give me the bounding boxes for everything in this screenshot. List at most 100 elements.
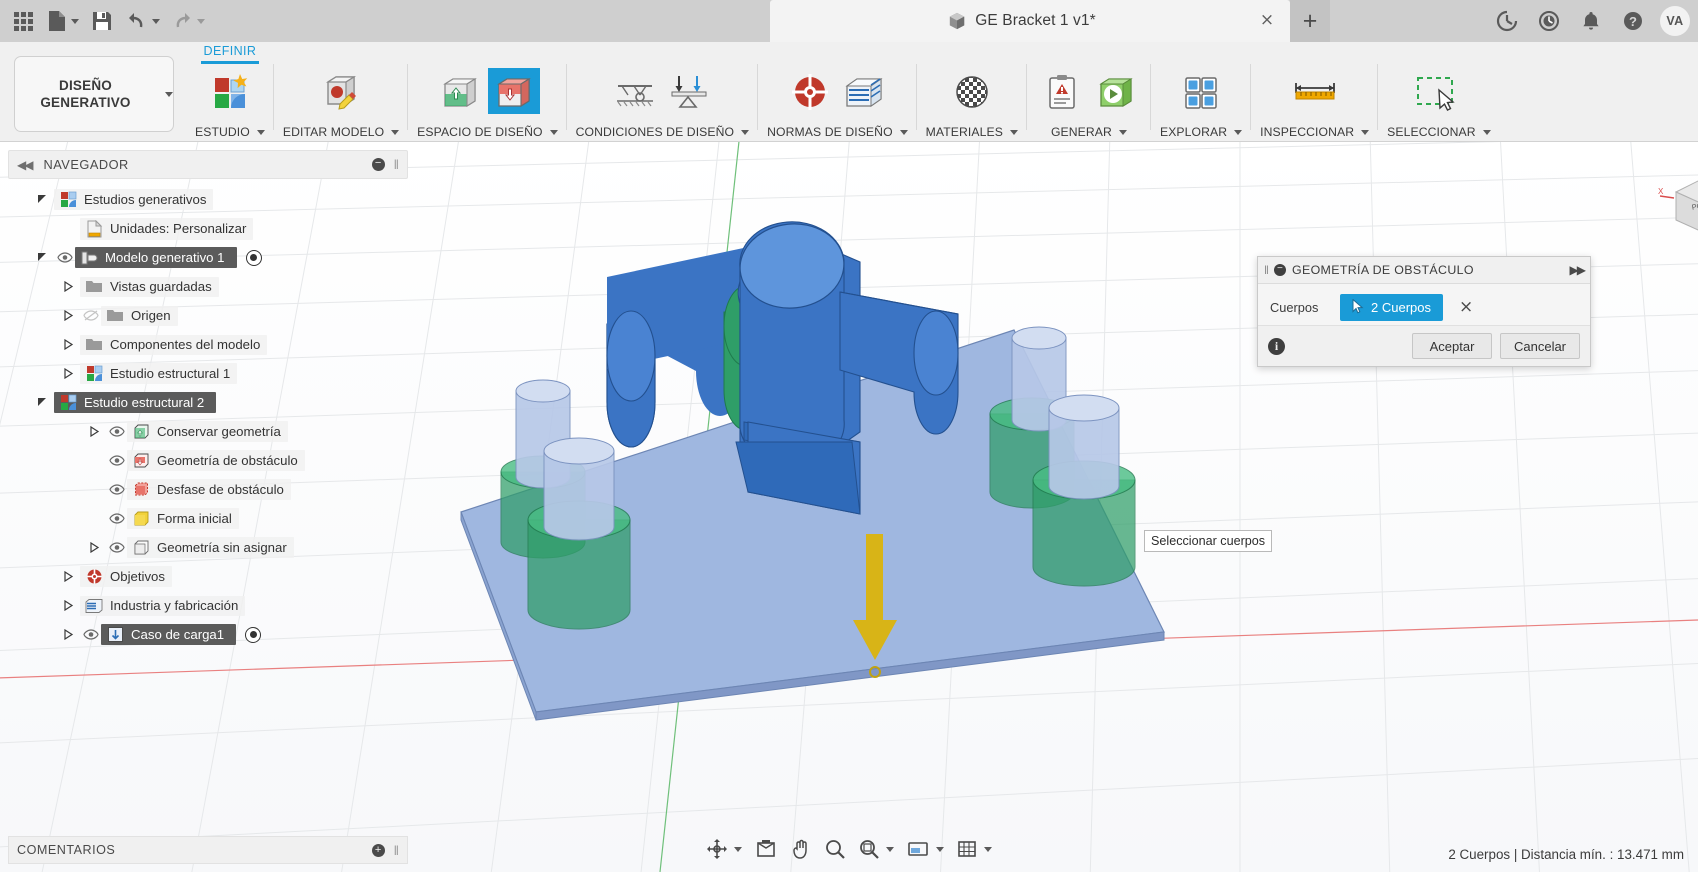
help-button[interactable]: ? [1614,2,1652,40]
visibility-eye-icon[interactable] [106,426,127,437]
chevron-down-icon[interactable] [1118,129,1127,135]
activate-radio-button[interactable] [245,249,262,266]
clear-selection-button[interactable]: × [1459,297,1473,317]
chevron-right-icon[interactable] [60,366,76,382]
chevron-down-icon[interactable] [549,129,558,135]
tree-row[interactable]: Componentes del modelo [8,330,408,359]
undo-button[interactable] [121,3,164,39]
visibility-eye-icon[interactable] [106,455,127,466]
tree-item[interactable]: Conservar geometría [127,421,288,442]
bodies-selection-button[interactable]: 2 Cuerpos [1340,293,1443,321]
comments-grip[interactable]: ‖ [394,843,399,858]
chevron-down-icon[interactable] [741,129,750,135]
chevron-right-icon[interactable] [60,337,76,353]
accept-button[interactable]: Aceptar [1412,333,1492,359]
avatar[interactable]: VA [1660,6,1690,36]
pan-tool-button[interactable] [785,834,817,864]
tree-row[interactable]: Estudio estructural 1 [8,359,408,388]
explorar-resultados-button[interactable] [1175,68,1227,114]
notifications-button[interactable] [1572,2,1610,40]
tree-item[interactable]: Objetivos [80,566,172,587]
chevron-down-icon[interactable] [1009,129,1018,135]
zoom-tool-button[interactable] [819,834,851,864]
tree-row[interactable]: Estudio estructural 2 [8,388,408,417]
chevron-down-icon[interactable] [936,846,944,852]
redo-button[interactable] [166,3,209,39]
chevron-right-icon[interactable] [60,598,76,614]
tree-item[interactable]: Geometría de obstáculo [127,450,305,471]
visibility-eye-icon[interactable] [106,542,127,553]
geometria-obstaculo-button[interactable] [488,68,541,114]
tree-item[interactable]: Geometría sin asignar [127,537,294,558]
visibility-eye-icon[interactable] [106,513,127,524]
medir-button[interactable] [1285,68,1345,114]
job-status-button[interactable] [1488,2,1526,40]
chevron-down-icon[interactable] [391,129,400,135]
save-button[interactable] [85,3,119,39]
chevron-right-icon[interactable] [60,627,76,643]
chevron-right-icon[interactable] [60,308,76,324]
tree-row[interactable]: Forma inicial [8,504,408,533]
chevron-down-icon[interactable] [886,846,894,852]
orbit-tool-button[interactable] [701,834,747,864]
tree-row[interactable]: Estudios generativos [8,185,408,214]
comprobacion-previa-button[interactable] [1036,68,1088,114]
tree-row[interactable]: Conservar geometría [8,417,408,446]
chevron-down-icon[interactable] [34,395,50,411]
chevron-down-icon[interactable] [1361,129,1370,135]
visibility-eye-icon[interactable] [106,484,127,495]
collapse-panel-button[interactable]: ◀◀ [17,158,34,172]
materiales-button[interactable] [946,68,998,114]
minimize-browser-button[interactable]: − [371,158,385,171]
tree-row[interactable]: Desfase de obstáculo [8,475,408,504]
tree-item[interactable]: Componentes del modelo [80,334,268,355]
tree-row[interactable]: Geometría de obstáculo [8,446,408,475]
document-tab[interactable]: GE Bracket 1 v1* × [770,0,1290,42]
visibility-eye-icon[interactable] [80,310,101,321]
chevron-down-icon[interactable] [1482,129,1491,135]
zoom-window-tool-button[interactable] [853,834,899,864]
dialog-grip[interactable]: ‖ [1264,263,1269,277]
obstacle-cylinder-front-right[interactable] [1048,394,1120,500]
chevron-right-icon[interactable] [86,424,102,440]
dialog-minimize-button[interactable]: − [1273,264,1286,276]
tree-item[interactable]: Estudio estructural 2 [54,392,217,413]
chevron-right-icon[interactable] [86,540,102,556]
chevron-down-icon[interactable] [734,846,742,852]
chevron-down-icon[interactable] [984,846,992,852]
grid-snaps-button[interactable] [951,834,997,864]
tree-row[interactable]: Caso de carga1 [8,620,408,649]
tree-item[interactable]: Estudios generativos [54,189,214,210]
tree-item[interactable]: Estudio estructural 1 [80,363,238,384]
tree-item[interactable]: Caso de carga1 [101,624,237,645]
display-settings-button[interactable] [901,834,949,864]
recent-jobs-button[interactable] [1530,2,1568,40]
tree-item[interactable]: Desfase de obstáculo [127,479,291,500]
visibility-eye-icon[interactable] [54,252,75,263]
espesor-capa-button[interactable] [838,68,890,114]
tree-row[interactable]: Objetivos [8,562,408,591]
tree-row[interactable]: Vistas guardadas [8,272,408,301]
apps-grid-button[interactable] [6,3,40,39]
activate-radio-button[interactable] [245,626,262,643]
tree-item[interactable]: Unidades: Personalizar [80,217,254,240]
seleccionar-button[interactable] [1408,68,1470,114]
chevron-down-icon[interactable] [256,129,265,135]
new-document-button[interactable] [42,3,83,39]
close-tab-button[interactable]: × [1258,12,1276,30]
cancel-button[interactable]: Cancelar [1500,333,1580,359]
chevron-down-icon[interactable] [899,129,908,135]
restriccion-estructural-button[interactable] [609,68,661,114]
tree-item[interactable]: Origen [101,305,178,326]
tree-row[interactable]: Unidades: Personalizar [8,214,408,243]
new-tab-button[interactable]: + [1290,0,1330,42]
tree-row[interactable]: Origen [8,301,408,330]
tree-row[interactable]: Modelo generativo 1 [8,243,408,272]
simetria-button[interactable] [784,68,836,114]
tree-item[interactable]: Vistas guardadas [80,276,219,297]
chevron-right-icon[interactable] [60,279,76,295]
tree-row[interactable]: Industria y fabricación [8,591,408,620]
tree-item[interactable]: Forma inicial [127,508,239,529]
ribbon-tab-definir[interactable]: DEFINIR [195,42,265,64]
chevron-right-icon[interactable] [60,569,76,585]
